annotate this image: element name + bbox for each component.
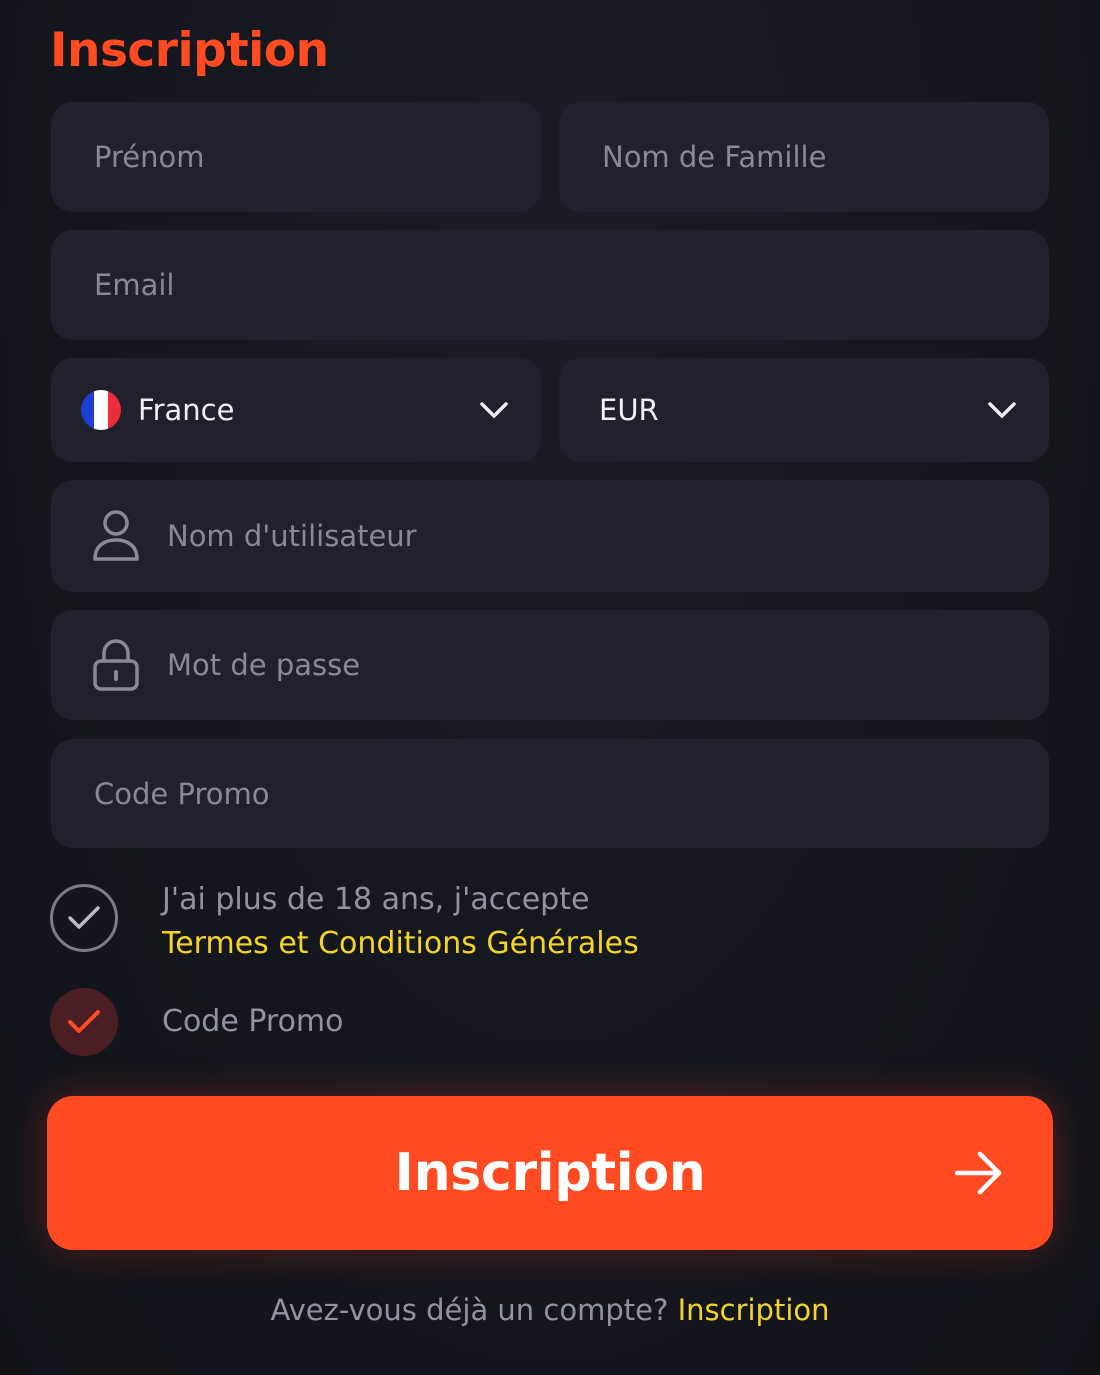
page-title: Inscription xyxy=(50,23,329,78)
last-name-input[interactable] xyxy=(602,102,1019,212)
checkmark-icon xyxy=(68,906,100,929)
lock-icon xyxy=(91,637,141,693)
currency-value: EUR xyxy=(599,393,659,427)
password-input[interactable] xyxy=(167,610,1019,720)
last-name-field[interactable] xyxy=(559,102,1049,212)
first-name-input[interactable] xyxy=(94,102,511,212)
submit-label: Inscription xyxy=(394,1143,706,1203)
login-prompt: Avez-vous déjà un compte? Inscription xyxy=(0,1288,1100,1332)
terms-label: J'ai plus de 18 ans, j'accepte xyxy=(162,882,590,917)
terms-checkbox[interactable] xyxy=(50,884,118,952)
chevron-down-icon xyxy=(480,402,508,418)
submit-button[interactable]: Inscription xyxy=(47,1096,1053,1250)
promo-code-field[interactable] xyxy=(51,739,1049,848)
currency-select[interactable]: EUR xyxy=(559,358,1049,462)
email-field[interactable] xyxy=(51,230,1049,340)
checkmark-icon xyxy=(68,1010,100,1033)
login-link[interactable]: Inscription xyxy=(678,1293,830,1327)
country-value: France xyxy=(138,393,235,427)
password-field[interactable] xyxy=(51,610,1049,720)
first-name-field[interactable] xyxy=(51,102,541,212)
username-field[interactable] xyxy=(51,480,1049,592)
chevron-down-icon xyxy=(988,402,1016,418)
promo-code-input[interactable] xyxy=(94,739,1019,848)
email-input[interactable] xyxy=(94,230,1019,340)
arrow-right-icon xyxy=(954,1151,1002,1195)
promo-checkbox-row: Code Promo xyxy=(50,988,344,1056)
country-select[interactable]: France xyxy=(51,358,541,462)
username-input[interactable] xyxy=(167,480,1019,592)
terms-link[interactable]: Termes et Conditions Générales xyxy=(162,922,639,966)
login-prompt-text: Avez-vous déjà un compte? xyxy=(270,1293,678,1327)
user-icon xyxy=(91,508,141,564)
terms-checkbox-row: J'ai plus de 18 ans, j'accepte Termes et… xyxy=(50,882,639,966)
france-flag-icon xyxy=(81,390,121,430)
promo-checkbox-label: Code Promo xyxy=(162,1004,344,1039)
promo-checkbox[interactable] xyxy=(50,988,118,1056)
